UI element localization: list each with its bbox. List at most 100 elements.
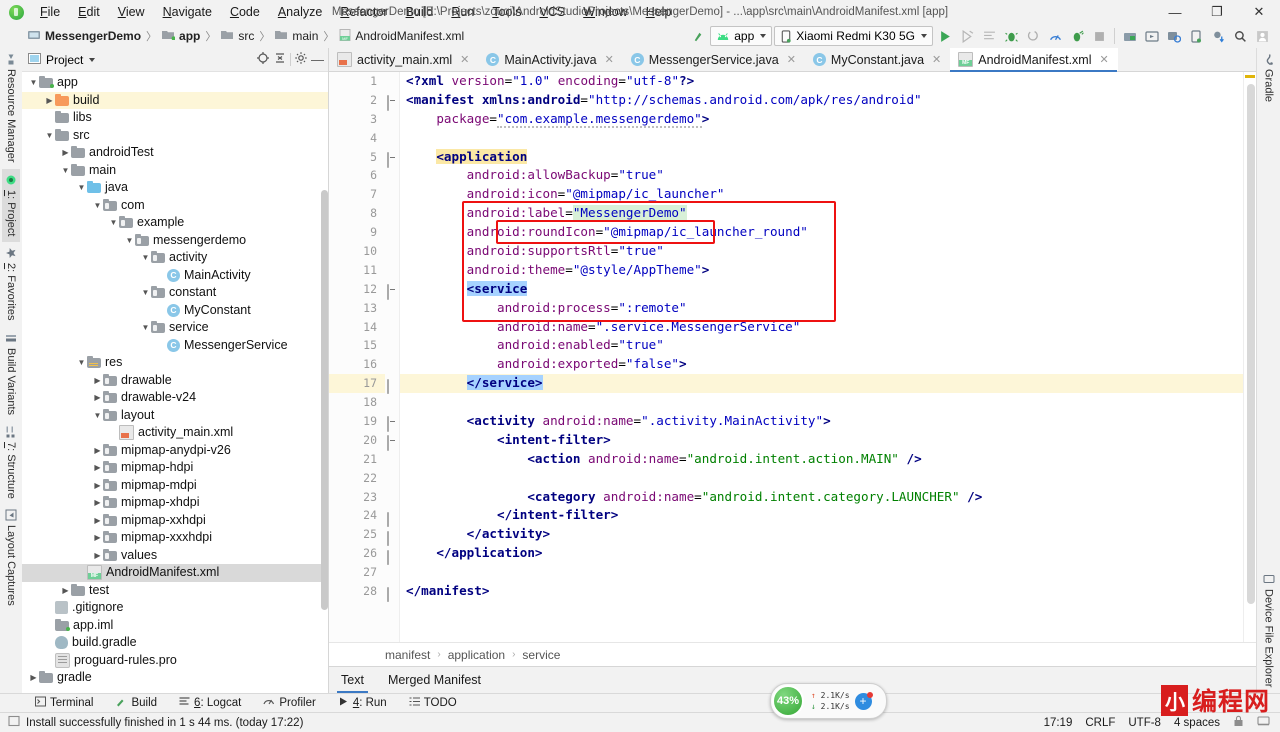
line-number[interactable]: 17 [329, 374, 385, 394]
status-encoding[interactable]: UTF-8 [1128, 717, 1161, 729]
tool-window-terminal[interactable]: Terminal [24, 696, 104, 710]
line-number[interactable]: 10 [329, 242, 385, 261]
tree-expand-arrow[interactable]: ▼ [60, 162, 71, 180]
tree-item-java[interactable]: ▼ java [22, 179, 328, 197]
line-number[interactable]: 7 [329, 185, 385, 204]
code-line[interactable]: android:process=":remote" [400, 299, 1243, 318]
code-line[interactable]: <service [400, 280, 1243, 299]
tree-item-drawable-v24[interactable]: ▶ drawable-v24 [22, 389, 328, 407]
line-number[interactable]: 19 [329, 412, 385, 431]
line-number[interactable]: 21 [329, 450, 385, 469]
menu-item-navigate[interactable]: Navigate [154, 2, 221, 22]
menu-item-analyze[interactable]: Analyze [269, 2, 331, 22]
tree-item-mipmap-hdpi[interactable]: ▶ mipmap-hdpi [22, 459, 328, 477]
breadcrumb-item-src[interactable]: src [217, 28, 258, 44]
sync-gradle-button[interactable] [1208, 26, 1228, 46]
menu-item-build[interactable]: Build [397, 2, 443, 22]
code-line[interactable]: </activity> [400, 525, 1243, 544]
line-number[interactable]: 4 [329, 129, 385, 148]
code-line[interactable] [400, 129, 1243, 148]
line-number[interactable]: 9 [329, 223, 385, 242]
tree-item-app[interactable]: ▼ app [22, 74, 328, 92]
code-line[interactable]: </service> [400, 374, 1243, 394]
code-line[interactable]: android:theme="@style/AppTheme"> [400, 261, 1243, 280]
tree-item-androidtest[interactable]: ▶ androidTest [22, 144, 328, 162]
editor-breadcrumb[interactable]: manifest › application › service [329, 642, 1256, 666]
line-number[interactable]: 26 [329, 544, 385, 563]
line-number[interactable]: 23 [329, 488, 385, 507]
editor-breadcrumb-item-manifest[interactable]: manifest [385, 648, 430, 662]
line-number[interactable]: 13 [329, 299, 385, 318]
code-line[interactable]: <application [400, 148, 1243, 167]
device-selector[interactable]: Xiaomi Redmi K30 5G [774, 26, 933, 46]
tree-expand-arrow[interactable]: ▼ [108, 214, 119, 232]
code-line[interactable]: android:allowBackup="true" [400, 166, 1243, 185]
bottom-tool-window-bar[interactable]: Terminal Build 6: Logcat Profiler 4: Run TODO [0, 693, 1280, 712]
menu-item-run[interactable]: Run [442, 2, 483, 22]
tree-item-myconstant[interactable]: C MyConstant [22, 302, 328, 320]
tree-item-messengerdemo[interactable]: ▼ messengerdemo [22, 232, 328, 250]
tree-expand-arrow[interactable]: ▶ [92, 389, 103, 407]
tree-expand-arrow[interactable]: ▼ [140, 319, 151, 337]
code-line[interactable]: <?xml version="1.0" encoding="utf-8"?> [400, 72, 1243, 91]
tree-item-libs[interactable]: libs [22, 109, 328, 127]
close-icon[interactable]: ✕ [1100, 53, 1109, 66]
fold-marker[interactable] [387, 379, 396, 395]
tree-item-build[interactable]: ▶ build [22, 91, 328, 110]
line-number[interactable]: 5 [329, 148, 385, 167]
status-indent[interactable]: 4 spaces [1174, 717, 1220, 729]
tool-window-profiler[interactable]: Profiler [252, 696, 326, 710]
editor-breadcrumb-item-application[interactable]: application [448, 648, 505, 662]
code-line[interactable]: android:roundIcon="@mipmap/ic_launcher_r… [400, 223, 1243, 242]
tree-item-activity-main-xml[interactable]: activity_main.xml [22, 424, 328, 442]
right-tool-tab-device-file-explorer[interactable]: Device File Explorer [1260, 568, 1278, 693]
menu-item-refactor[interactable]: Refactor [331, 2, 396, 22]
line-number[interactable]: 28 [329, 582, 385, 601]
device-manager-button[interactable] [1186, 26, 1206, 46]
tree-item-androidmanifest-xml[interactable]: AndroidManifest.xml [22, 564, 328, 582]
warning-marker[interactable] [1245, 75, 1255, 78]
tree-item-example[interactable]: ▼ example [22, 214, 328, 232]
profiler-button[interactable] [1045, 26, 1065, 46]
tree-expand-arrow[interactable]: ▶ [92, 494, 103, 512]
code-content[interactable]: <?xml version="1.0" encoding="utf-8"?> <m… [400, 72, 1243, 642]
menu-bar[interactable]: File Edit View Navigate Code Analyze Refactor B… [31, 2, 680, 22]
tree-expand-arrow[interactable]: ▶ [44, 92, 55, 110]
tree-item-layout[interactable]: ▼ layout [22, 407, 328, 425]
tree-item-build-gradle[interactable]: build.gradle [22, 634, 328, 652]
tree-expand-arrow[interactable]: ▼ [44, 127, 55, 145]
chevron-down-icon[interactable] [89, 57, 96, 62]
line-number[interactable]: 18 [329, 393, 385, 412]
code-line[interactable]: android:enabled="true" [400, 336, 1243, 355]
error-marker-strip[interactable] [1243, 72, 1256, 642]
editor-tab-mainactivity-java[interactable]: C MainActivity.java ✕ [478, 48, 622, 71]
fold-marker[interactable] [387, 511, 396, 527]
editor-mode-tab-text[interactable]: Text [329, 667, 376, 693]
editor-tab-myconstant-java[interactable]: C MyConstant.java ✕ [805, 48, 950, 71]
editor-tab-messengerservice-java[interactable]: C MessengerService.java ✕ [623, 48, 805, 71]
tree-item-mipmap-xxhdpi[interactable]: ▶ mipmap-xxhdpi [22, 512, 328, 530]
tree-item-mipmap-xhdpi[interactable]: ▶ mipmap-xhdpi [22, 494, 328, 512]
code-line[interactable]: <category android:name="android.intent.c… [400, 488, 1243, 507]
breadcrumb-item-androidmanifest-xml[interactable]: MF AndroidManifest.xml [335, 28, 468, 45]
line-number[interactable]: 16 [329, 355, 385, 374]
line-number[interactable]: 8 [329, 204, 385, 223]
breadcrumb-item-messengerdemo[interactable]: MessengerDemo [24, 28, 145, 45]
fold-marker[interactable] [387, 416, 396, 433]
tree-item-main[interactable]: ▼ main [22, 162, 328, 180]
tree-item-service[interactable]: ▼ service [22, 319, 328, 337]
tree-expand-arrow[interactable]: ▶ [28, 669, 39, 687]
line-number[interactable]: 20 [329, 431, 385, 450]
code-line[interactable]: <action android:name="android.intent.act… [400, 450, 1243, 469]
apply-changes-button[interactable] [957, 26, 977, 46]
tool-window-todo[interactable]: TODO [398, 696, 468, 710]
code-line[interactable]: android:name=".service.MessengerService" [400, 318, 1243, 337]
project-tree[interactable]: ▼ app ▶ build libs ▼ src ▶ androidTest ▼ main ▼ java… [22, 72, 328, 693]
code-line[interactable]: android:icon="@mipmap/ic_launcher" [400, 185, 1243, 204]
tree-expand-arrow[interactable]: ▼ [28, 74, 39, 92]
tree-item-test[interactable]: ▶ test [22, 582, 328, 600]
line-number[interactable]: 2 [329, 91, 385, 110]
breadcrumb-item-app[interactable]: app [158, 28, 204, 44]
minimize-button[interactable]: — [1154, 0, 1196, 24]
menu-item-window[interactable]: Window [574, 2, 636, 22]
